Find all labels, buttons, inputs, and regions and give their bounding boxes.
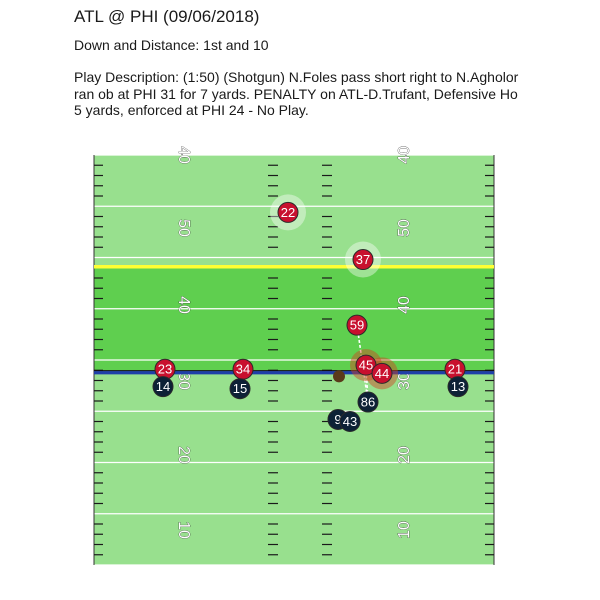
yard-number: 10 — [396, 521, 413, 539]
player-marker: 44 — [371, 362, 393, 384]
player-marker: 86 — [357, 391, 379, 413]
player-jersey-number: 86 — [361, 395, 375, 410]
player-marker: 21 — [444, 358, 466, 380]
player-marker: 15 — [229, 378, 251, 400]
yard-number: 40 — [396, 296, 413, 314]
player-jersey-number: 37 — [356, 252, 370, 267]
player-jersey-number: 44 — [375, 366, 389, 381]
yard-number: 40 — [175, 296, 192, 314]
yard-number: 50 — [396, 219, 413, 237]
yard-number: 30 — [396, 372, 413, 390]
line-to-gain-zone — [94, 267, 494, 371]
player-marker: 43 — [339, 411, 361, 432]
player-jersey-number: 21 — [448, 362, 462, 377]
yard-number: 40 — [396, 146, 413, 164]
player-jersey-number: 59 — [350, 318, 364, 333]
football-field-diagram: 40 40 50 50 40 40 30 30 20 20 10 10 22 37 59 4544 23 34 2… — [93, 146, 495, 566]
player-jersey-number: 23 — [158, 362, 172, 377]
player-jersey-number: 22 — [281, 205, 295, 220]
player-jersey-number: 45 — [359, 358, 373, 373]
player-jersey-number: 34 — [236, 362, 250, 377]
player-jersey-number: 14 — [156, 379, 170, 394]
yard-number: 10 — [175, 521, 192, 539]
player-jersey-number: 13 — [451, 379, 465, 394]
player-marker: 37 — [352, 249, 374, 271]
player-marker: 59 — [346, 314, 368, 336]
yard-number: 30 — [175, 372, 192, 390]
yard-number: 50 — [175, 219, 192, 237]
football-ball — [333, 370, 345, 383]
yard-number: 40 — [175, 146, 192, 164]
player-marker: 34 — [232, 358, 254, 380]
player-jersey-number: 43 — [343, 414, 357, 429]
player-marker: 22 — [277, 201, 299, 223]
player-jersey-number: 15 — [233, 381, 247, 396]
yard-number: 20 — [175, 446, 192, 464]
player-marker: 14 — [152, 376, 174, 398]
player-marker: 13 — [447, 376, 469, 398]
player-marker: 23 — [154, 358, 176, 380]
yard-number: 20 — [396, 446, 413, 464]
